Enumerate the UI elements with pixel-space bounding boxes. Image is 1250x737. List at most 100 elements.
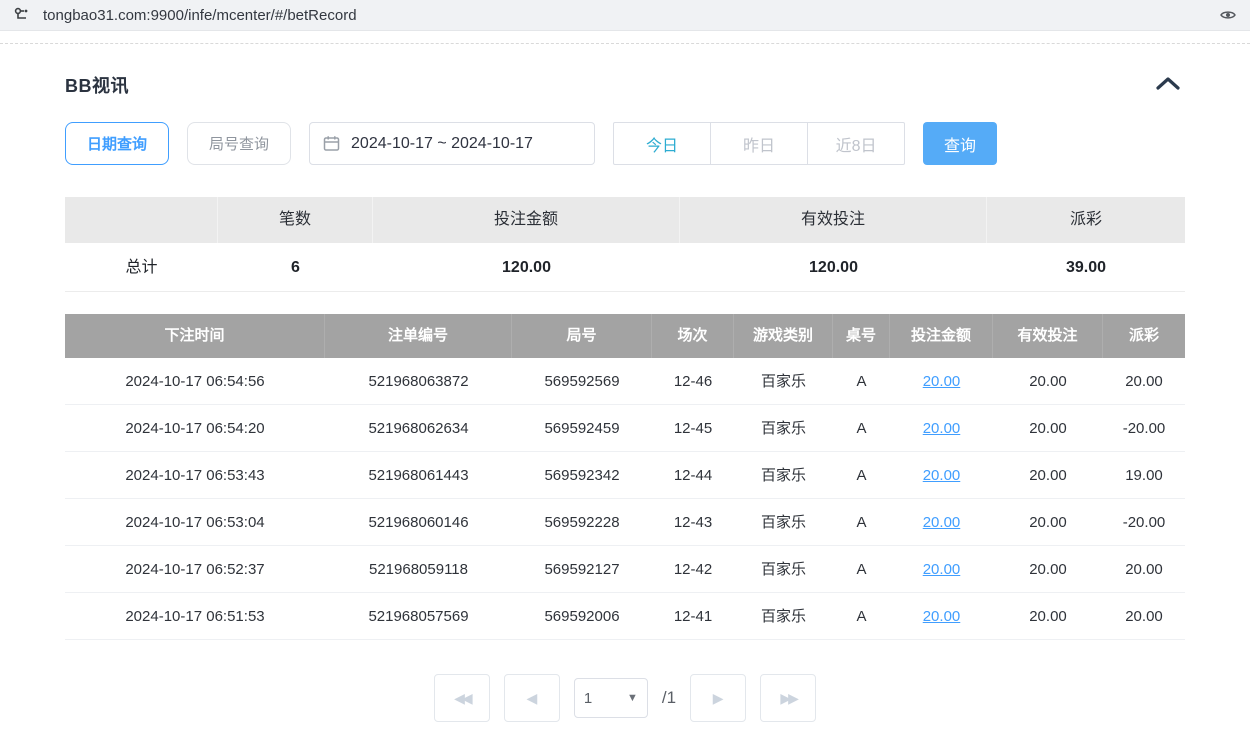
- cell-valid-bet: 20.00: [993, 499, 1103, 546]
- col-header-bet-amount: 投注金额: [890, 314, 993, 358]
- address-url[interactable]: tongbao31.com:9900/infe/mcenter/#/betRec…: [43, 7, 1207, 24]
- page-number-value: 1: [584, 690, 592, 707]
- total-pages-label: /1: [662, 688, 676, 708]
- right-arrow-icon: ▶: [713, 690, 724, 707]
- last-page-button[interactable]: ▶▶: [760, 674, 816, 722]
- cell-round-no: 569592342: [512, 452, 652, 499]
- cell-round-no: 569592006: [512, 593, 652, 640]
- cell-table-no: A: [833, 499, 890, 546]
- cell-game-type: 百家乐: [734, 593, 833, 640]
- col-header-session: 场次: [652, 314, 734, 358]
- top-dashed-divider: [0, 43, 1250, 44]
- date-range-picker[interactable]: 2024-10-17 ~ 2024-10-17: [309, 122, 595, 165]
- prev-page-button[interactable]: ◀: [504, 674, 560, 722]
- col-header-table-no: 桌号: [833, 314, 890, 358]
- cell-payout: 20.00: [1103, 593, 1185, 640]
- first-page-button[interactable]: ◀◀: [434, 674, 490, 722]
- cell-game-type: 百家乐: [734, 546, 833, 593]
- summary-header-empty: [65, 197, 218, 243]
- cell-time: 2024-10-17 06:54:56: [65, 358, 325, 405]
- site-info-icon[interactable]: [12, 5, 32, 25]
- cell-time: 2024-10-17 06:52:37: [65, 546, 325, 593]
- bet-amount-link[interactable]: 20.00: [923, 514, 961, 531]
- right-double-arrow-icon: ▶▶: [780, 690, 796, 707]
- bet-amount-link[interactable]: 20.00: [923, 467, 961, 484]
- quick-yesterday-button[interactable]: 昨日: [710, 122, 808, 165]
- eye-icon[interactable]: [1218, 5, 1238, 25]
- page-number-select[interactable]: 1 ▼: [574, 678, 648, 718]
- summary-total-label: 总计: [65, 243, 218, 292]
- cell-session: 12-41: [652, 593, 734, 640]
- cell-order-no: 521968063872: [325, 358, 512, 405]
- cell-time: 2024-10-17 06:51:53: [65, 593, 325, 640]
- collapse-panel-button[interactable]: [1151, 74, 1185, 96]
- col-header-order-no: 注单编号: [325, 314, 512, 358]
- cell-payout: 20.00: [1103, 358, 1185, 405]
- summary-header-valid-bet: 有效投注: [680, 197, 987, 243]
- filter-toolbar: 日期查询 局号查询 2024-10-17 ~ 2024-10-17 今日 昨日 …: [65, 122, 1185, 165]
- summary-valid-bet-value: 120.00: [680, 243, 987, 292]
- cell-table-no: A: [833, 358, 890, 405]
- col-header-round-no: 局号: [512, 314, 652, 358]
- cell-session: 12-44: [652, 452, 734, 499]
- cell-payout: 20.00: [1103, 546, 1185, 593]
- calendar-icon: [323, 135, 340, 152]
- search-button[interactable]: 查询: [923, 122, 997, 165]
- cell-order-no: 521968062634: [325, 405, 512, 452]
- cell-order-no: 521968059118: [325, 546, 512, 593]
- bet-record-panel: BB视讯 日期查询 局号查询 2024-10-17 ~ 2024-10-17: [0, 72, 1250, 722]
- quick-date-group: 今日 昨日 近8日: [613, 122, 905, 165]
- cell-round-no: 569592127: [512, 546, 652, 593]
- cell-time: 2024-10-17 06:53:04: [65, 499, 325, 546]
- summary-bet-amount-value: 120.00: [373, 243, 680, 292]
- cell-valid-bet: 20.00: [993, 452, 1103, 499]
- bet-amount-link[interactable]: 20.00: [923, 608, 961, 625]
- cell-valid-bet: 20.00: [993, 358, 1103, 405]
- cell-game-type: 百家乐: [734, 358, 833, 405]
- cell-session: 12-46: [652, 358, 734, 405]
- chevron-up-icon: [1155, 79, 1181, 94]
- summary-header-payout: 派彩: [987, 197, 1185, 243]
- date-query-tab[interactable]: 日期查询: [65, 122, 169, 165]
- cell-table-no: A: [833, 593, 890, 640]
- cell-table-no: A: [833, 546, 890, 593]
- col-header-game-type: 游戏类别: [734, 314, 833, 358]
- summary-count-value: 6: [218, 243, 373, 292]
- quick-last8days-button[interactable]: 近8日: [807, 122, 905, 165]
- col-header-payout: 派彩: [1103, 314, 1185, 358]
- cell-table-no: A: [833, 452, 890, 499]
- bet-amount-link[interactable]: 20.00: [923, 373, 961, 390]
- cell-time: 2024-10-17 06:54:20: [65, 405, 325, 452]
- round-query-tab[interactable]: 局号查询: [187, 122, 291, 165]
- cell-order-no: 521968061443: [325, 452, 512, 499]
- cell-time: 2024-10-17 06:53:43: [65, 452, 325, 499]
- cell-session: 12-45: [652, 405, 734, 452]
- bet-amount-link[interactable]: 20.00: [923, 420, 961, 437]
- cell-table-no: A: [833, 405, 890, 452]
- browser-address-bar[interactable]: tongbao31.com:9900/infe/mcenter/#/betRec…: [0, 0, 1250, 31]
- summary-table: 笔数 投注金额 有效投注 派彩 总计 6 120.00 120.00 39.00: [65, 197, 1185, 292]
- cell-payout: -20.00: [1103, 499, 1185, 546]
- bet-amount-link[interactable]: 20.00: [923, 561, 961, 578]
- cell-valid-bet: 20.00: [993, 546, 1103, 593]
- left-arrow-icon: ◀: [527, 690, 538, 707]
- cell-payout: 19.00: [1103, 452, 1185, 499]
- quick-today-button[interactable]: 今日: [613, 122, 711, 165]
- cell-payout: -20.00: [1103, 405, 1185, 452]
- cell-game-type: 百家乐: [734, 405, 833, 452]
- cell-valid-bet: 20.00: [993, 593, 1103, 640]
- cell-order-no: 521968057569: [325, 593, 512, 640]
- cell-session: 12-42: [652, 546, 734, 593]
- bet-records-table: 下注时间 注单编号 局号 场次 游戏类别 桌号 投注金额 有效投注 派彩 202…: [65, 314, 1185, 640]
- pagination: ◀◀ ◀ 1 ▼ /1 ▶ ▶▶: [65, 674, 1185, 722]
- col-header-time: 下注时间: [65, 314, 325, 358]
- summary-header-count: 笔数: [218, 197, 373, 243]
- cell-game-type: 百家乐: [734, 499, 833, 546]
- summary-header-bet-amount: 投注金额: [373, 197, 680, 243]
- cell-round-no: 569592569: [512, 358, 652, 405]
- cell-game-type: 百家乐: [734, 452, 833, 499]
- date-range-value: 2024-10-17 ~ 2024-10-17: [351, 135, 533, 153]
- cell-session: 12-43: [652, 499, 734, 546]
- chevron-down-icon: ▼: [627, 692, 638, 704]
- next-page-button[interactable]: ▶: [690, 674, 746, 722]
